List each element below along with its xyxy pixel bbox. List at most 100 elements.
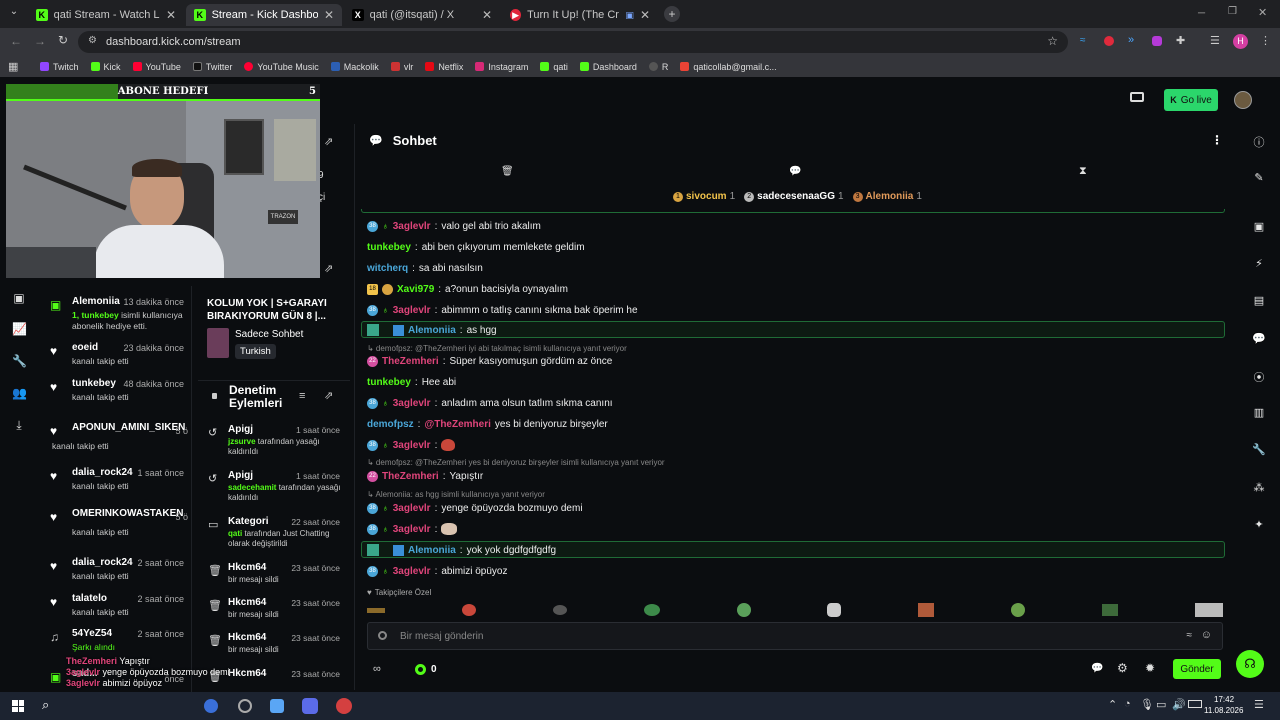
- badge-settings-icon[interactable]: ✹: [1145, 661, 1155, 675]
- chat-message[interactable]: 38 ♁ 3aglevlr:: [367, 522, 458, 536]
- info-icon[interactable]: ⓘ: [1252, 134, 1266, 149]
- emote-icon[interactable]: [552, 605, 567, 615]
- chat-username[interactable]: TheZemheri: [382, 356, 439, 367]
- chat-message[interactable]: 18 Xavi979: a?onun bacisiyla oynayalım: [367, 282, 568, 296]
- bookmark-gmail[interactable]: qaticollab@gmail.c...: [680, 62, 777, 72]
- chat-bubble-icon[interactable]: 💬: [1091, 663, 1103, 674]
- maximize-button[interactable]: ❐: [1228, 6, 1237, 17]
- notifications-icon[interactable]: ☰: [1254, 698, 1264, 711]
- bookmark-r[interactable]: R: [648, 62, 668, 72]
- chat-username[interactable]: tunkebey: [367, 377, 411, 388]
- bookmark-twitter[interactable]: Twitter: [192, 62, 232, 72]
- emote-icon[interactable]: [367, 607, 385, 613]
- popout-icon[interactable]: ⇗: [324, 262, 333, 275]
- menu-icon[interactable]: ⋮: [1260, 34, 1271, 47]
- send-button[interactable]: Gönder: [1173, 659, 1221, 679]
- users-icon[interactable]: 👥: [12, 386, 27, 400]
- bookmark-netflix[interactable]: Netflix: [425, 62, 463, 72]
- emote-icon[interactable]: [1194, 603, 1223, 617]
- chat-message[interactable]: witcherq: sa abi nasılsın: [367, 261, 483, 275]
- chat-username[interactable]: 3aglevlr: [393, 305, 431, 316]
- chat-message[interactable]: 38 ♁ 3aglevlr:: [367, 438, 456, 452]
- go-live-button[interactable]: K Go live: [1164, 89, 1218, 111]
- clipboard-icon[interactable]: ▤: [1252, 294, 1266, 308]
- close-icon[interactable]: ✕: [482, 8, 492, 22]
- chat-message[interactable]: 38 ♁ 3aglevlr: abimizi öpüyoz: [367, 564, 508, 578]
- tab-youtube-music[interactable]: ▶ Turn It Up! (The Crew Mot... ▣ ✕: [502, 4, 658, 26]
- address-bar[interactable]: ⚙ dashboard.kick.com/stream ☆: [78, 31, 1068, 53]
- user-avatar[interactable]: [1234, 91, 1252, 109]
- emote-icon[interactable]: [918, 603, 935, 617]
- taskbar-app-icon[interactable]: [238, 699, 252, 713]
- chat-message[interactable]: tunkebey: Hee abi: [367, 375, 456, 389]
- leaderboard-entry[interactable]: 1 sivocum 1: [673, 191, 735, 202]
- extension-wave-icon[interactable]: »: [1128, 34, 1134, 46]
- chat-message[interactable]: tunkebey: abi ben çıkıyorum memlekete gel…: [367, 240, 585, 254]
- chat-username[interactable]: Alemoniia: [408, 545, 456, 556]
- bookmark-qati[interactable]: qati: [540, 62, 568, 72]
- filter-icon[interactable]: ≡: [299, 390, 305, 402]
- extensions-icon[interactable]: ✦: [1252, 518, 1266, 532]
- apps-icon[interactable]: ▦: [8, 60, 18, 73]
- chat-bubble-icon[interactable]: 💬: [789, 166, 801, 177]
- category-name[interactable]: Sadece Sohbet: [235, 329, 303, 340]
- chat-message[interactable]: 22 TheZemheri: Süper kasıyomuşun gördüm az…: [367, 354, 612, 368]
- moderation-actor[interactable]: Apigj: [228, 470, 253, 481]
- taskbar-app-icon[interactable]: [204, 699, 218, 713]
- microphone-icon[interactable]: 🎙: [1140, 698, 1154, 711]
- chat-message[interactable]: 22 TheZemheri: Yapıştır: [367, 469, 483, 483]
- leaderboard-entry[interactable]: 3 Alemoniia 1: [852, 191, 922, 202]
- close-icon[interactable]: ✕: [640, 8, 650, 22]
- moderation-actor[interactable]: Kategori: [228, 516, 269, 527]
- minimize-button[interactable]: ─: [1198, 8, 1205, 19]
- moderation-actor[interactable]: Hkcm64: [228, 597, 266, 608]
- chat-username[interactable]: 3aglevlr: [393, 524, 431, 535]
- chat-username[interactable]: TheZemheri: [382, 471, 439, 482]
- more-icon[interactable]: ⋮: [1211, 133, 1223, 147]
- chrome-taskbar-icon[interactable]: [336, 698, 352, 714]
- tab-kick-watch[interactable]: K qati Stream - Watch Live on Ki... ✕: [28, 4, 184, 26]
- bookmark-twitch[interactable]: Twitch: [40, 62, 79, 72]
- activity-user[interactable]: OMERINKOWASTAKEN: [72, 508, 188, 519]
- tab-kick-dashboard[interactable]: K Stream - Kick Dashboard ✕: [186, 4, 342, 26]
- emote-icon[interactable]: [1011, 603, 1026, 617]
- forward-icon[interactable]: →: [34, 34, 46, 48]
- lightning-icon[interactable]: ⚡: [1252, 257, 1266, 271]
- leaderboard-entry[interactable]: 2 sadecesenaaGG 1: [744, 191, 844, 202]
- back-icon[interactable]: ←: [10, 34, 22, 48]
- emote-icon[interactable]: [827, 603, 842, 617]
- search-icon[interactable]: ⌕: [42, 697, 49, 713]
- upload-icon[interactable]: ⤓: [12, 418, 26, 432]
- emote-icon[interactable]: [736, 603, 751, 617]
- reload-icon[interactable]: ↻: [58, 33, 68, 47]
- taskbar-app-icon[interactable]: [302, 698, 318, 714]
- popout-icon[interactable]: ⇗: [324, 389, 333, 402]
- tab-list-button[interactable]: ⌄: [6, 6, 22, 22]
- bookmark-youtube-music[interactable]: YouTube Music: [244, 62, 319, 72]
- chat-message[interactable]: 38 ♁ 3aglevlr: abimmm o tatlış canını sıkma…: [367, 303, 638, 317]
- windows-start-icon[interactable]: [12, 700, 24, 712]
- screen-capture-icon[interactable]: ▣: [1252, 220, 1266, 234]
- chat-username[interactable]: Alemoniia: [408, 325, 456, 336]
- wrench-icon[interactable]: 🔧: [1252, 443, 1266, 457]
- chat-message[interactable]: Alemoniia: as hgg: [367, 323, 497, 337]
- chat-username[interactable]: 3aglevlr: [393, 566, 431, 577]
- bookmark-dashboard[interactable]: Dashboard: [579, 62, 637, 72]
- edit-icon[interactable]: ✎: [1252, 171, 1266, 185]
- trash-icon[interactable]: 🗑: [501, 166, 514, 177]
- extensions-icon[interactable]: ✚: [1176, 34, 1185, 47]
- tray-chevron-icon[interactable]: ⌃: [1108, 698, 1117, 711]
- close-icon[interactable]: ✕: [166, 8, 176, 22]
- moderation-actor[interactable]: Apigj: [228, 424, 253, 435]
- channel-points-icon[interactable]: ∞: [373, 663, 381, 675]
- bookmark-mackolik[interactable]: Mackolik: [330, 62, 379, 72]
- chat-message[interactable]: 38 ♁ 3aglevlr: anladım ama olsun tatlım sık…: [367, 396, 613, 410]
- share-icon[interactable]: ⁂: [1252, 481, 1266, 495]
- chat-mention[interactable]: @TheZemheri: [424, 419, 490, 430]
- chat-username[interactable]: demofpsz: [367, 419, 414, 430]
- stream-video-icon[interactable]: ▣: [12, 291, 26, 305]
- bookmark-vlr[interactable]: vlr: [390, 62, 413, 72]
- chat-username[interactable]: witcherq: [367, 263, 408, 274]
- emoji-icon[interactable]: ☺: [1201, 629, 1212, 641]
- bookmark-instagram[interactable]: Instagram: [475, 62, 528, 72]
